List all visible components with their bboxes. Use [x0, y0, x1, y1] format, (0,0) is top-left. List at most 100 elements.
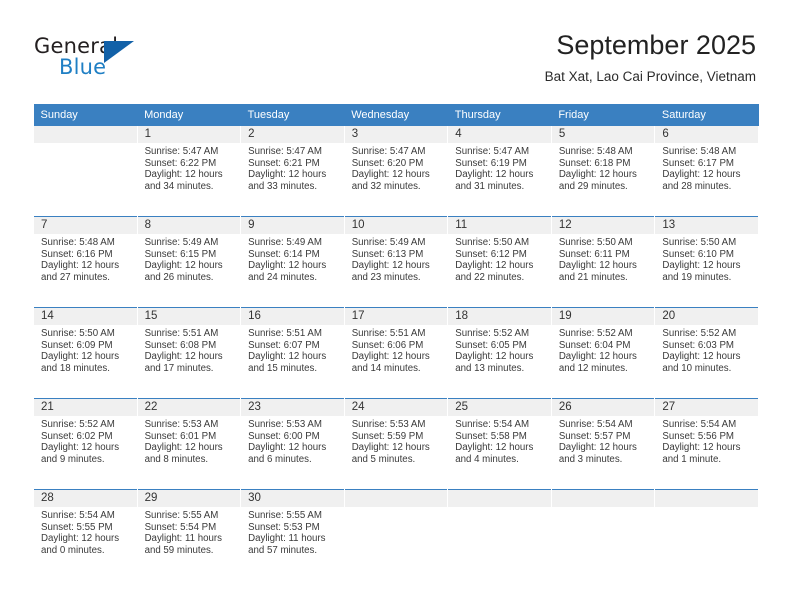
calendar-day-cell[interactable]: 22 Sunrise: 5:53 AM Sunset: 6:01 PM Dayligh…	[136, 398, 242, 490]
sunset-time: Sunset: 5:54 PM	[144, 521, 217, 533]
sunrise-time: Sunrise: 5:52 AM	[558, 328, 633, 339]
calendar-day-cell[interactable]: 5 Sunrise: 5:48 AM Sunset: 6:18 PM Daylight…	[550, 126, 656, 217]
day-number: 19	[551, 308, 655, 325]
calendar-day-cell[interactable]: 11 Sunrise: 5:50 AM Sunset: 6:12 PM Dayligh…	[447, 216, 552, 308]
calendar-day-cell[interactable]: 8 Sunrise: 5:49 AM Sunset: 6:15 PM Daylight…	[136, 216, 242, 308]
sunrise-time: Sunrise: 5:54 AM	[558, 419, 633, 430]
daylight-duration-line2: and 33 minutes.	[248, 180, 318, 192]
calendar-day-cell[interactable]: 10 Sunrise: 5:49 AM Sunset: 6:13 PM Dayligh…	[343, 216, 449, 308]
daylight-duration-line1: Daylight: 12 hours	[144, 260, 223, 272]
calendar-day-cell[interactable]: 16 Sunrise: 5:51 AM Sunset: 6:07 PM Dayligh…	[240, 307, 345, 399]
calendar-page: General Blue September 2025 Bat Xat, Lao…	[0, 0, 792, 612]
calendar-day-cell[interactable]: 12 Sunrise: 5:50 AM Sunset: 6:11 PM Dayligh…	[550, 216, 656, 308]
calendar-day-cell[interactable]: 29 Sunrise: 5:55 AM Sunset: 5:54 PM Dayligh…	[136, 489, 242, 580]
day-number: 30	[241, 490, 344, 507]
weekday-header-tuesday: Tuesday	[240, 104, 345, 126]
daylight-duration-line1: Daylight: 12 hours	[558, 169, 637, 181]
daylight-duration-line2: and 17 minutes.	[144, 362, 214, 374]
day-details: Sunrise: 5:52 AM Sunset: 6:02 PM Daylight:…	[34, 416, 137, 465]
calendar-day-cell[interactable]: 17 Sunrise: 5:51 AM Sunset: 6:06 PM Dayligh…	[343, 307, 449, 399]
day-number: 27	[655, 399, 758, 416]
daylight-duration-line2: and 27 minutes.	[41, 271, 110, 283]
sunrise-time: Sunrise: 5:52 AM	[662, 328, 737, 339]
calendar-day-cell[interactable]: 19 Sunrise: 5:52 AM Sunset: 6:04 PM Dayligh…	[550, 307, 656, 399]
day-cell-inner: 21 Sunrise: 5:52 AM Sunset: 6:02 PM Dayligh…	[34, 399, 137, 489]
daylight-duration-line1: Daylight: 12 hours	[351, 169, 430, 181]
day-number: 16	[241, 308, 344, 325]
calendar-day-cell[interactable]: 2 Sunrise: 5:47 AM Sunset: 6:21 PM Daylight…	[240, 126, 345, 217]
calendar-body: 1 Sunrise: 5:47 AM Sunset: 6:22 PM Daylight…	[33, 126, 759, 580]
calendar-day-cell[interactable]: 14 Sunrise: 5:50 AM Sunset: 6:09 PM Dayligh…	[33, 307, 138, 399]
day-cell-inner: 8 Sunrise: 5:49 AM Sunset: 6:15 PM Daylight…	[137, 217, 241, 307]
day-number	[344, 490, 448, 507]
calendar-day-cell[interactable]: 6 Sunrise: 5:48 AM Sunset: 6:17 PM Daylight…	[654, 126, 759, 217]
day-number: 22	[137, 399, 241, 416]
calendar-day-cell[interactable]: 27 Sunrise: 5:54 AM Sunset: 5:56 PM Dayligh…	[654, 398, 759, 490]
page-subtitle: Bat Xat, Lao Cai Province, Vietnam	[544, 69, 756, 84]
day-cell-inner: 29 Sunrise: 5:55 AM Sunset: 5:54 PM Dayligh…	[137, 490, 241, 580]
sunset-time: Sunset: 6:01 PM	[144, 430, 217, 442]
sunset-time: Sunset: 6:17 PM	[662, 157, 734, 169]
day-details: Sunrise: 5:50 AM Sunset: 6:09 PM Daylight:…	[34, 325, 137, 374]
calendar-day-cell[interactable]: 21 Sunrise: 5:52 AM Sunset: 6:02 PM Dayligh…	[33, 398, 138, 490]
day-details: Sunrise: 5:55 AM Sunset: 5:54 PM Daylight:…	[138, 507, 241, 556]
daylight-duration-line1: Daylight: 12 hours	[455, 169, 534, 181]
sunrise-time: Sunrise: 5:47 AM	[144, 146, 219, 157]
calendar-day-cell[interactable]: 13 Sunrise: 5:50 AM Sunset: 6:10 PM Dayligh…	[654, 216, 759, 308]
calendar-day-cell[interactable]: 26 Sunrise: 5:54 AM Sunset: 5:57 PM Dayligh…	[550, 398, 656, 490]
daylight-duration-line2: and 10 minutes.	[662, 362, 732, 374]
day-cell-inner	[34, 126, 137, 216]
sunrise-time: Sunrise: 5:54 AM	[41, 510, 115, 521]
daylight-duration-line1: Daylight: 12 hours	[558, 442, 637, 454]
day-cell-inner: 2 Sunrise: 5:47 AM Sunset: 6:21 PM Daylight…	[241, 126, 344, 216]
day-details: Sunrise: 5:47 AM Sunset: 6:21 PM Daylight:…	[241, 143, 344, 192]
daylight-duration-line2: and 22 minutes.	[455, 271, 525, 283]
calendar-day-cell[interactable]: 20 Sunrise: 5:52 AM Sunset: 6:03 PM Dayligh…	[654, 307, 759, 399]
day-details: Sunrise: 5:52 AM Sunset: 6:03 PM Daylight:…	[655, 325, 758, 374]
day-details: Sunrise: 5:47 AM Sunset: 6:19 PM Daylight:…	[448, 143, 551, 192]
calendar-day-cell[interactable]: 30 Sunrise: 5:55 AM Sunset: 5:53 PM Dayligh…	[240, 489, 345, 580]
day-number: 8	[137, 217, 241, 234]
day-details: Sunrise: 5:50 AM Sunset: 6:10 PM Daylight:…	[655, 234, 758, 283]
day-details: Sunrise: 5:50 AM Sunset: 6:11 PM Daylight:…	[552, 234, 655, 283]
daylight-duration-line1: Daylight: 12 hours	[662, 351, 741, 363]
day-number: 10	[344, 217, 448, 234]
weekday-header-sunday: Sunday	[33, 104, 138, 126]
calendar-day-cell[interactable]: 4 Sunrise: 5:47 AM Sunset: 6:19 PM Daylight…	[447, 126, 552, 217]
calendar-week-row: 1 Sunrise: 5:47 AM Sunset: 6:22 PM Daylight…	[33, 126, 759, 217]
calendar-day-cell[interactable]: 7 Sunrise: 5:48 AM Sunset: 6:16 PM Daylight…	[33, 216, 138, 308]
daylight-duration-line2: and 9 minutes.	[41, 453, 105, 465]
daylight-duration-line2: and 24 minutes.	[248, 271, 318, 283]
sunset-time: Sunset: 6:18 PM	[558, 157, 631, 169]
day-cell-inner: 22 Sunrise: 5:53 AM Sunset: 6:01 PM Dayligh…	[137, 399, 241, 489]
day-details: Sunrise: 5:52 AM Sunset: 6:05 PM Daylight:…	[448, 325, 551, 374]
calendar-day-cell[interactable]: 18 Sunrise: 5:52 AM Sunset: 6:05 PM Dayligh…	[447, 307, 552, 399]
day-cell-inner: 12 Sunrise: 5:50 AM Sunset: 6:11 PM Dayligh…	[551, 217, 655, 307]
day-number: 11	[448, 217, 551, 234]
calendar-week-row: 28 Sunrise: 5:54 AM Sunset: 5:55 PM Dayligh…	[33, 489, 759, 580]
day-cell-inner	[655, 490, 758, 580]
calendar-day-cell[interactable]: 15 Sunrise: 5:51 AM Sunset: 6:08 PM Dayligh…	[136, 307, 242, 399]
day-cell-inner: 23 Sunrise: 5:53 AM Sunset: 6:00 PM Dayligh…	[241, 399, 344, 489]
day-number	[34, 126, 137, 143]
brand-logo[interactable]: General Blue	[34, 34, 214, 84]
day-details: Sunrise: 5:54 AM Sunset: 5:58 PM Daylight:…	[448, 416, 551, 465]
day-details: Sunrise: 5:51 AM Sunset: 6:08 PM Daylight:…	[138, 325, 241, 374]
calendar-day-cell[interactable]: 28 Sunrise: 5:54 AM Sunset: 5:55 PM Dayligh…	[33, 489, 138, 580]
calendar-table: Sunday Monday Tuesday Wednesday Thursday…	[33, 104, 759, 580]
calendar-day-cell[interactable]: 25 Sunrise: 5:54 AM Sunset: 5:58 PM Dayligh…	[447, 398, 552, 490]
calendar-day-cell[interactable]: 3 Sunrise: 5:47 AM Sunset: 6:20 PM Daylight…	[343, 126, 449, 217]
calendar-day-cell[interactable]: 9 Sunrise: 5:49 AM Sunset: 6:14 PM Daylight…	[240, 216, 345, 308]
page-header: General Blue September 2025 Bat Xat, Lao…	[0, 0, 792, 100]
day-details: Sunrise: 5:47 AM Sunset: 6:20 PM Daylight:…	[345, 143, 448, 192]
sunset-time: Sunset: 6:10 PM	[662, 248, 734, 260]
calendar-day-cell[interactable]: 24 Sunrise: 5:53 AM Sunset: 5:59 PM Dayligh…	[343, 398, 449, 490]
day-number: 14	[34, 308, 137, 325]
calendar-day-cell[interactable]: 23 Sunrise: 5:53 AM Sunset: 6:00 PM Dayligh…	[240, 398, 345, 490]
page-title: September 2025	[556, 30, 756, 60]
day-details: Sunrise: 5:48 AM Sunset: 6:17 PM Daylight:…	[655, 143, 758, 192]
sunrise-time: Sunrise: 5:51 AM	[351, 328, 426, 339]
sunrise-time: Sunrise: 5:49 AM	[248, 237, 322, 248]
calendar-day-cell[interactable]: 1 Sunrise: 5:47 AM Sunset: 6:22 PM Daylight…	[136, 126, 242, 217]
daylight-duration-line1: Daylight: 11 hours	[248, 533, 326, 545]
